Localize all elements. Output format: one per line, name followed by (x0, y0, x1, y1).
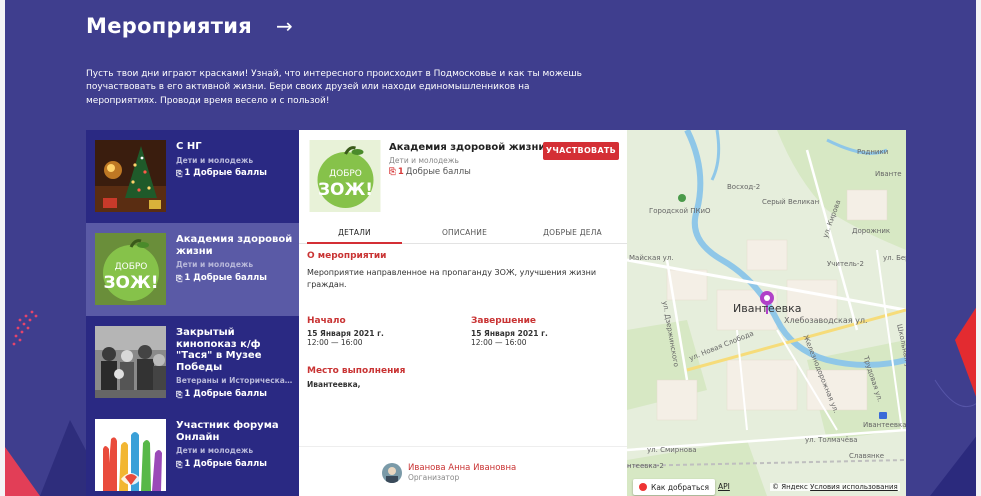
map-label-vosxod: Восход-2 (727, 183, 761, 191)
route-button-label: Как добраться (651, 482, 710, 492)
end-time: 12:00 — 16:00 (471, 338, 527, 347)
event-item[interactable]: Участник форума Онлайн Дети и молодежь ⎘… (86, 409, 299, 496)
svg-text:ЗОЖ!: ЗОЖ! (318, 180, 373, 200)
location-pin-icon (639, 483, 647, 491)
points-label: Добрые баллы (405, 167, 471, 177)
event-category: Ветераны и Историческая п... (176, 376, 294, 385)
section-title[interactable]: Мероприятия (86, 14, 252, 38)
event-detail-points: ⎘ 1 Добрые баллы (389, 167, 471, 177)
map-label-seryi: Серый Великан (762, 198, 820, 206)
start-date: 15 Января 2021 г. (307, 329, 384, 338)
event-title: С НГ (176, 141, 202, 152)
event-map[interactable]: Городской ПКиО Восход-2 Серый Великан Ро… (627, 130, 906, 496)
arrow-right-icon[interactable]: → (276, 14, 293, 38)
end-date: 15 Января 2021 г. (471, 329, 548, 338)
place-text: Ивантеевка, (307, 380, 361, 389)
page-margin-left (0, 0, 5, 496)
copyright-text: © Яндекс (772, 483, 808, 491)
organizer-name[interactable]: Иванова Анна Ивановна (408, 463, 516, 473)
svg-text:ДОБРО: ДОБРО (115, 262, 148, 272)
points-icon: ⎘ (176, 273, 183, 283)
map-footer: Как добраться API © Яндекс Условия испол… (627, 475, 906, 496)
points-icon: ⎘ (176, 389, 183, 399)
event-points: 1 Добрые баллы (184, 272, 267, 283)
event-thumbnail (95, 140, 166, 212)
map-label-maiskaya: Майская ул. (629, 254, 674, 262)
tab-good-deeds[interactable]: ДОБРЫЕ ДЕЛА (525, 224, 620, 244)
event-points: 1 Добрые баллы (184, 388, 267, 399)
route-button[interactable]: Как добраться (633, 479, 716, 495)
page-margin-right (976, 0, 981, 496)
end-date-block: 15 Января 2021 г. 12:00 — 16:00 (471, 329, 548, 347)
deco-red-left (0, 440, 40, 496)
start-date-block: 15 Января 2021 г. 12:00 — 16:00 (307, 329, 384, 347)
event-thumbnail (95, 419, 166, 491)
points-icon: ⎘ (176, 459, 183, 469)
svg-text:ДОБРО: ДОБРО (329, 169, 362, 179)
terms-link[interactable]: Условия использования (810, 483, 898, 491)
event-thumbnail (95, 326, 166, 398)
event-item[interactable]: Закрытый кинопоказ к/ф "Тася" в Музее По… (86, 316, 299, 409)
map-label-ivanteevka2: нтеевка-2 (627, 462, 664, 470)
map-label-uchitel: Учитель-2 (827, 260, 864, 268)
event-category: Дети и молодежь (176, 155, 254, 165)
place-title: Место выполнения (307, 366, 406, 376)
event-detail-category: Дети и молодежь (389, 156, 459, 165)
map-label-smirnova: ул. Смирнова (647, 446, 697, 454)
organizer-avatar (382, 463, 402, 483)
event-title: Закрытый кинопоказ к/ф "Тася" в Музее По… (176, 327, 262, 373)
event-category: Дети и молодежь (176, 260, 254, 269)
events-list: С НГ Дети и молодежь ⎘ 1 Добрые баллы ДО… (86, 130, 299, 496)
event-points: 1 Добрые баллы (184, 168, 267, 178)
about-title: О мероприятии (307, 251, 387, 261)
map-copyright: © Яндекс Условия использования (770, 483, 900, 491)
event-points: 1 Добрые баллы (184, 458, 267, 469)
event-item[interactable]: С НГ Дети и молодежь ⎘ 1 Добрые баллы (86, 130, 299, 223)
map-label-park: Городской ПКиО (649, 207, 711, 215)
event-title: Академия здоровой жизни (176, 234, 293, 257)
section-intro: Пусть твои дни играют красками! Узнай, ч… (86, 69, 582, 106)
event-detail-title: Академия здоровой жизни (389, 142, 546, 153)
map-label-khleb: Хлебозаводская ул. (784, 316, 868, 325)
points-icon: ⎘ (389, 167, 396, 177)
divider (299, 446, 627, 447)
event-thumbnail: ДОБРО ЗОЖ! (95, 233, 166, 305)
tab-description[interactable]: ОПИСАНИЕ (417, 224, 512, 244)
map-label-savinaya: Славянке (849, 452, 885, 460)
end-title: Завершение (471, 316, 536, 326)
event-category: Дети и молодежь (176, 446, 254, 455)
start-time: 12:00 — 16:00 (307, 338, 363, 347)
map-label-rodniki: Родники (857, 148, 889, 156)
about-text: Мероприятие направленное на пропаганду З… (307, 268, 597, 289)
event-title: Участник форума Онлайн (176, 420, 279, 443)
points-number: 1 (397, 167, 404, 177)
map-city-label: Ивантеевка (733, 302, 802, 315)
svg-text:ЗОЖ!: ЗОЖ! (103, 273, 158, 293)
section-header: Мероприятия → (86, 14, 293, 38)
points-icon: ⎘ (176, 169, 183, 178)
start-title: Начало (307, 316, 346, 326)
map-label-tolmacheva: ул. Толмачёва (805, 436, 858, 444)
map-label-bera: ул. Бер (883, 254, 906, 262)
api-link[interactable]: API (718, 482, 730, 491)
event-detail-thumbnail: ДОБРО ЗОЖ! (309, 140, 381, 212)
organizer-role: Организатор (408, 473, 460, 482)
detail-tabs: ДЕТАЛИ ОПИСАНИЕ ДОБРЫЕ ДЕЛА (299, 224, 627, 244)
map-label-ivanteevka-top: Иванте (875, 170, 902, 178)
map-label-dorojnik: Дорожник (852, 227, 891, 235)
events-section: Мероприятия → Пусть твои дни играют крас… (0, 0, 981, 496)
event-item[interactable]: ДОБРО ЗОЖ! Академия здоровой жизни Дети … (86, 223, 299, 316)
tab-details[interactable]: ДЕТАЛИ (307, 224, 402, 244)
deco-dots (12, 310, 38, 346)
join-button[interactable]: УЧАСТВОВАТЬ (543, 142, 619, 160)
event-detail-card: ДОБРО ЗОЖ! Академия здоровой жизни Дети … (299, 130, 627, 496)
map-label-ivanteevka-station: Ивантеевка (863, 421, 906, 429)
deco-triangle-right (930, 430, 981, 496)
